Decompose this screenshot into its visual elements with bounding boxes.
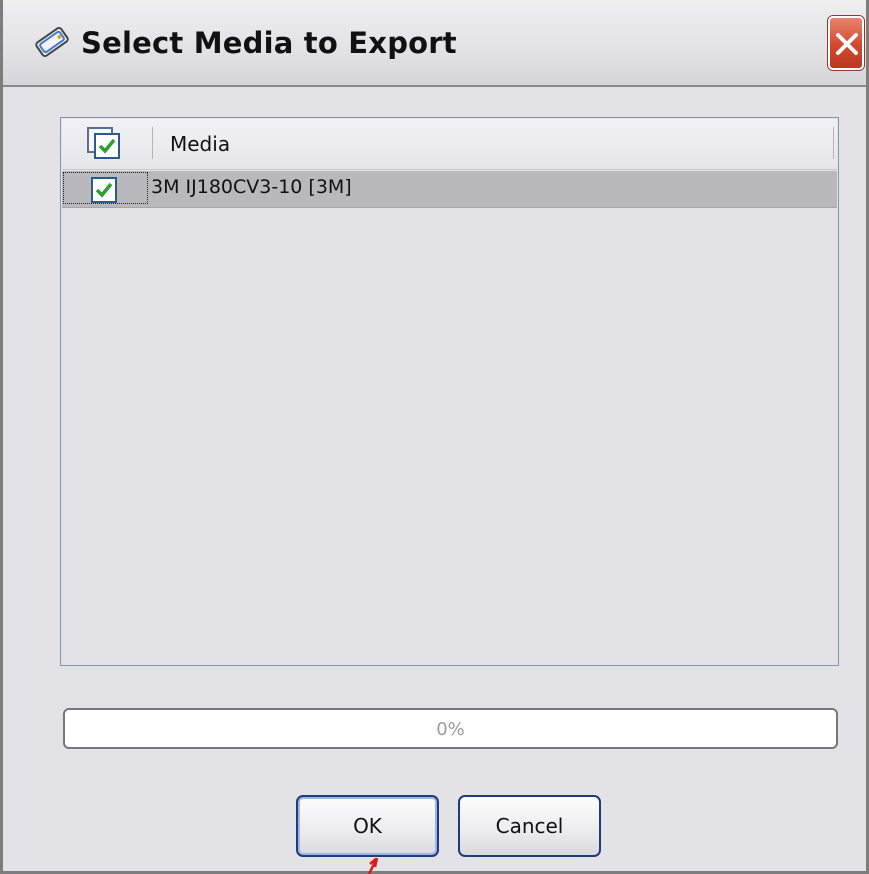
select-all-checkbox-icon[interactable] [86,126,126,162]
close-button[interactable] [828,16,864,70]
column-separator [152,127,153,159]
title-bar[interactable]: Select Media to Export [3,0,866,87]
media-tag-icon [31,22,73,62]
export-media-dialog: Select Media to Export Media 3M IJ180CV3… [0,0,869,874]
media-name: 3M IJ180CV3-10 [3M] [151,176,352,198]
checkbox-cell[interactable] [63,172,148,204]
close-icon [836,33,858,55]
column-separator [833,127,834,159]
media-list[interactable]: Media 3M IJ180CV3-10 [3M] [60,117,839,666]
list-item[interactable]: 3M IJ180CV3-10 [3M] [62,171,837,208]
dialog-title: Select Media to Export [81,26,457,60]
column-header-media[interactable]: Media [170,132,230,156]
progress-percent: 0% [436,719,465,740]
cancel-button[interactable]: Cancel [458,795,601,857]
export-progress-bar: 0% [63,708,838,749]
list-header: Media [62,119,837,170]
ok-button[interactable]: OK [296,795,439,857]
pointer-arrow-icon [367,858,379,874]
checkbox-checked-icon[interactable] [91,177,117,203]
